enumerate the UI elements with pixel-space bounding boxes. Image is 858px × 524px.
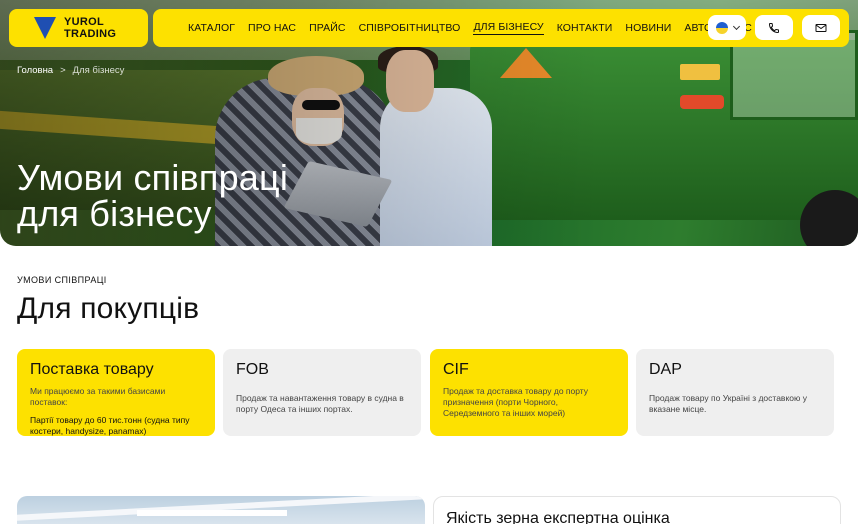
breadcrumb-home[interactable]: Головна [17,65,53,76]
quality-card: Якість зерна експертна оцінка [433,496,841,524]
logo[interactable]: YUROL TRADING [9,9,148,47]
card-text: Продаж та навантаження товару в судна в … [236,393,404,414]
page-title-line1: Умови співпраці [17,157,289,198]
nav-item-catalog[interactable]: КАТАЛОГ [188,22,235,34]
card-dap: DAP Продаж товару по Україні з доставкою… [636,349,834,436]
nav-item-contacts[interactable]: КОНТАКТИ [557,22,613,34]
breadcrumb: Головна > Для бізнесу [17,65,124,76]
quality-card-title: Якість зерна експертна оцінка [446,510,670,524]
card-text: Продаж товару по Україні з доставкою у в… [649,393,807,414]
card-cif: CIF Продаж та доставка товару до порту п… [430,349,628,436]
page-title: Умови співпраці для бізнесу [17,160,288,232]
section-eyebrow: УМОВИ СПІВПРАЦІ [17,275,107,285]
card-fob: FOB Продаж та навантаження товару в судн… [223,349,421,436]
nav-item-about[interactable]: ПРО НАС [248,22,296,34]
page-title-line2: для бізнесу [17,193,212,234]
logo-text: YUROL TRADING [64,16,116,40]
breadcrumb-current: Для бізнесу [72,65,125,76]
card-title: Поставка товару [30,361,154,378]
card-delivery: Поставка товару Ми працюємо за такими ба… [17,349,215,436]
nav-item-price[interactable]: ПРАЙС [309,22,345,34]
phone-button[interactable] [755,15,793,40]
phone-icon [768,22,779,33]
card-title: CIF [443,361,469,378]
warehouse-photo [17,496,425,524]
logo-mark-icon [34,17,56,39]
card-title: DAP [649,361,682,378]
logo-line2: TRADING [64,28,117,40]
breadcrumb-separator: > [60,65,66,76]
nav-item-news[interactable]: НОВИНИ [625,22,671,34]
chevron-down-icon [732,22,740,30]
logo-line1: YUROL [64,16,104,28]
nav-item-business[interactable]: ДЛЯ БІЗНЕСУ [473,21,544,35]
nav-links: КАТАЛОГ ПРО НАС ПРАЙС СПІВРОБІТНИЦТВО ДЛ… [188,9,765,47]
card-text: Продаж та доставка товару до порту призн… [443,386,589,418]
card-strong-text: Партії товару до 60 тис.тонн (судна типу… [30,415,190,436]
ukraine-flag-icon [715,21,728,34]
language-selector[interactable] [708,15,746,40]
section-title: Для покупців [17,292,200,325]
mail-icon [815,23,827,32]
card-text: Ми працюємо за такими базисами поставок: [30,386,166,407]
ceiling-beam [17,496,425,521]
mail-button[interactable] [802,15,840,40]
card-title: FOB [236,361,269,378]
nav-item-cooperation[interactable]: СПІВРОБІТНИЦТВО [359,22,461,34]
ceiling-light [137,510,287,516]
